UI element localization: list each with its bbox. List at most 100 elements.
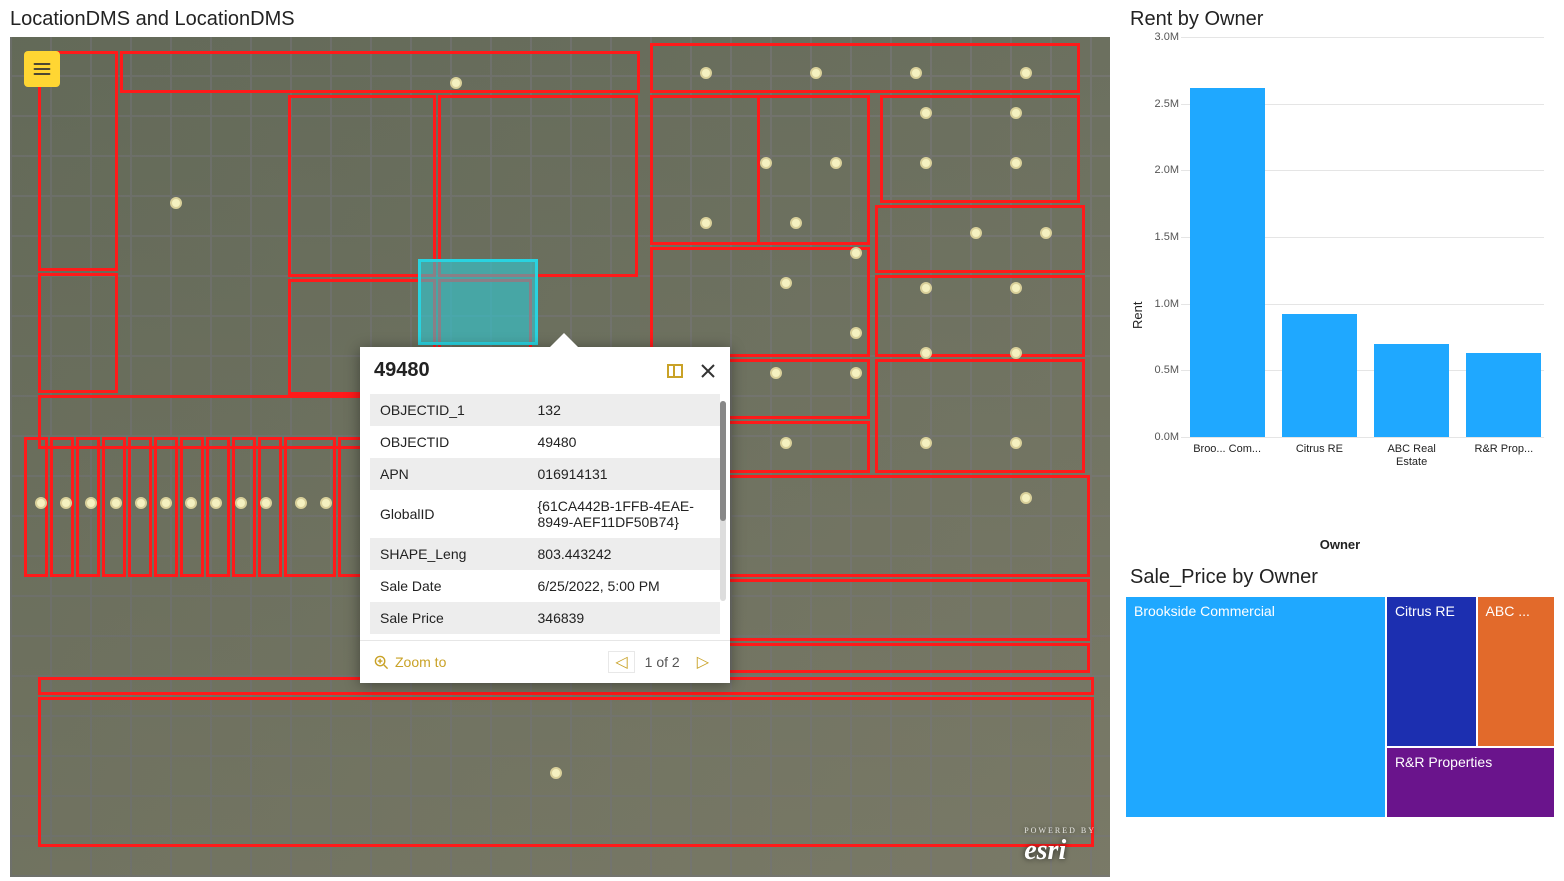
feature-point[interactable] [1020, 67, 1032, 79]
popup-title: 49480 [374, 359, 430, 382]
feature-point[interactable] [320, 497, 332, 509]
feature-point[interactable] [910, 67, 922, 79]
feature-point[interactable] [1010, 347, 1022, 359]
dock-icon[interactable] [666, 362, 684, 380]
pager-prev-button[interactable]: ◁ [608, 651, 634, 673]
parcel-outline[interactable] [875, 205, 1085, 273]
bar-label: Broo... Com... [1190, 437, 1265, 481]
feature-point[interactable] [920, 282, 932, 294]
feature-point[interactable] [235, 497, 247, 509]
magnify-plus-icon [374, 655, 389, 670]
feature-point[interactable] [210, 497, 222, 509]
feature-point[interactable] [1010, 282, 1022, 294]
feature-point[interactable] [850, 367, 862, 379]
feature-point[interactable] [85, 497, 97, 509]
feature-point[interactable] [35, 497, 47, 509]
y-tick: 1.5M [1145, 231, 1179, 243]
feature-point[interactable] [830, 157, 842, 169]
attr-value: 346839 [528, 602, 721, 634]
map-title: LocationDMS and LocationDMS [6, 0, 1114, 37]
attr-key: Sale Date [370, 570, 528, 602]
feature-point[interactable] [920, 437, 932, 449]
attr-value: 49480 [528, 426, 721, 458]
feature-point[interactable] [810, 67, 822, 79]
table-row: OBJECTID_1132 [370, 394, 720, 426]
feature-point[interactable] [1010, 107, 1022, 119]
feature-point[interactable] [850, 247, 862, 259]
attribute-table: OBJECTID_1132OBJECTID49480APN016914131Gl… [370, 394, 720, 634]
parcel-outline[interactable] [38, 273, 118, 393]
popup-arrow [550, 333, 578, 347]
attr-value: 6/25/2022, 5:00 PM [528, 570, 721, 602]
parcel-outline[interactable] [120, 51, 640, 93]
hamburger-icon [32, 59, 52, 79]
feature-point[interactable] [920, 107, 932, 119]
bar-label: R&R Prop... [1466, 437, 1541, 481]
attr-key: OBJECTID [370, 426, 528, 458]
parcel-outline[interactable] [438, 95, 638, 277]
feature-point[interactable] [260, 497, 272, 509]
popup-pager: ◁ 1 of 2 ▷ [608, 651, 716, 673]
feature-point[interactable] [135, 497, 147, 509]
close-icon[interactable] [700, 363, 716, 379]
parcel-outline[interactable] [875, 359, 1085, 473]
rent-bar-chart[interactable]: 3.0M2.5M2.0M1.5M1.0M0.5M0.0MBroo... Com.… [1145, 37, 1554, 497]
feature-point[interactable] [780, 437, 792, 449]
feature-point[interactable] [170, 197, 182, 209]
bar-label: Citrus RE [1282, 437, 1357, 481]
feature-point[interactable] [850, 327, 862, 339]
feature-point[interactable] [970, 227, 982, 239]
y-tick: 1.0M [1145, 298, 1179, 310]
feature-point[interactable] [110, 497, 122, 509]
parcel-outline[interactable] [880, 95, 1080, 203]
parcel-outline[interactable] [650, 247, 870, 357]
feature-point[interactable] [160, 497, 172, 509]
table-row: SHAPE_Leng803.443242 [370, 538, 720, 570]
parcel-outline[interactable] [650, 43, 1080, 93]
treemap-title: Sale_Price by Owner [1126, 560, 1554, 597]
table-row: Sale Price346839 [370, 602, 720, 634]
map-viewport[interactable]: 49480 OBJECTID_1132OBJECTID49480APN01691… [10, 37, 1110, 877]
bar[interactable] [1282, 314, 1357, 437]
map-menu-button[interactable] [24, 51, 60, 87]
feature-point[interactable] [700, 67, 712, 79]
pager-next-button[interactable]: ▷ [690, 651, 716, 673]
feature-point[interactable] [790, 217, 802, 229]
rent-chart-title: Rent by Owner [1126, 0, 1554, 37]
pager-status: 1 of 2 [645, 654, 680, 670]
feature-point[interactable] [700, 217, 712, 229]
y-tick: 3.0M [1145, 31, 1179, 43]
bar-label: ABC Real Estate [1374, 437, 1449, 481]
popup-scrollbar[interactable] [720, 401, 726, 601]
parcel-outline[interactable] [875, 275, 1085, 357]
feature-point[interactable] [1010, 157, 1022, 169]
feature-point[interactable] [1020, 492, 1032, 504]
bar[interactable] [1190, 88, 1265, 437]
feature-point[interactable] [60, 497, 72, 509]
feature-point[interactable] [295, 497, 307, 509]
treemap-cell[interactable]: ABC ... [1478, 597, 1554, 746]
feature-point[interactable] [450, 77, 462, 89]
sale-price-treemap[interactable]: Brookside Commercial Citrus RE ABC ... R… [1126, 597, 1554, 817]
feature-point[interactable] [1010, 437, 1022, 449]
feature-point[interactable] [185, 497, 197, 509]
zoom-to-label: Zoom to [395, 654, 446, 670]
feature-point[interactable] [1040, 227, 1052, 239]
feature-point[interactable] [550, 767, 562, 779]
feature-point[interactable] [770, 367, 782, 379]
selected-parcel[interactable] [418, 259, 538, 345]
parcel-outline[interactable] [38, 697, 1094, 847]
zoom-to-button[interactable]: Zoom to [374, 654, 446, 670]
feature-point[interactable] [920, 347, 932, 359]
esri-attribution: POWERED BY esri [1024, 826, 1096, 867]
rent-chart-ylabel: Rent [1126, 37, 1145, 533]
treemap-cell[interactable]: Brookside Commercial [1126, 597, 1385, 817]
bar[interactable] [1466, 353, 1541, 437]
feature-point[interactable] [760, 157, 772, 169]
parcel-outline[interactable] [288, 95, 436, 277]
bar[interactable] [1374, 344, 1449, 437]
treemap-cell[interactable]: R&R Properties [1387, 748, 1554, 817]
treemap-cell[interactable]: Citrus RE [1387, 597, 1476, 746]
feature-point[interactable] [780, 277, 792, 289]
feature-point[interactable] [920, 157, 932, 169]
